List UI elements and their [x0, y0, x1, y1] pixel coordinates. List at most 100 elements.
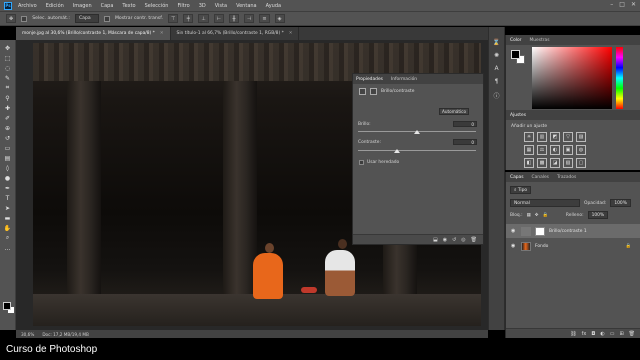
eraser-tool-icon[interactable]: ▭ — [2, 144, 14, 152]
view-previous-icon[interactable]: ◉ — [443, 237, 447, 243]
tab-monje[interactable]: monje.jpg al 30,6% (Brillo/contraste 1, … — [16, 27, 171, 40]
black-white-adjustment-icon[interactable]: ◐ — [550, 145, 560, 155]
delete-layer-icon[interactable]: 🗑 — [629, 331, 635, 337]
menu-vista[interactable]: Vista — [215, 3, 227, 9]
hue-slider[interactable] — [616, 47, 623, 109]
tab-muestras[interactable]: Muestras — [529, 38, 549, 43]
layer-brightness-contrast[interactable]: ◉ Brillo/contraste 1 — [506, 224, 640, 238]
clone-stamp-tool-icon[interactable]: ⊕ — [2, 124, 14, 132]
brightness-slider-thumb[interactable] — [414, 130, 420, 134]
hand-tool-icon[interactable]: ✋ — [2, 224, 14, 232]
posterize-adjustment-icon[interactable]: ▩ — [537, 158, 547, 168]
align-top-icon[interactable]: ⊤ — [167, 14, 179, 23]
threshold-adjustment-icon[interactable]: ◪ — [550, 158, 560, 168]
tab-ajustes[interactable]: Ajustes — [510, 113, 526, 118]
reset-icon[interactable]: ↺ — [452, 237, 456, 243]
menu-texto[interactable]: Texto — [122, 3, 135, 9]
canvas-area[interactable]: Propiedades Información Brillo/contraste… — [16, 40, 488, 330]
healing-brush-tool-icon[interactable]: ✚ — [2, 104, 14, 112]
align-center-icon[interactable]: ╫ — [229, 14, 240, 23]
trash-icon[interactable]: 🗑 — [471, 237, 477, 243]
distribute-icon[interactable]: ≡ — [259, 14, 270, 23]
layer-mask-thumbnail[interactable] — [535, 226, 545, 236]
eye-icon[interactable]: ◉ — [511, 228, 517, 234]
tab-informacion[interactable]: Información — [391, 77, 417, 82]
close-tab-icon[interactable]: ✕ — [160, 31, 164, 36]
color-balance-adjustment-icon[interactable]: ⚖ — [537, 145, 547, 155]
pen-tool-icon[interactable]: ✒ — [2, 184, 14, 192]
selective-color-adjustment-icon[interactable]: ▢ — [576, 158, 586, 168]
autoselect-dropdown[interactable]: Capa — [74, 14, 99, 23]
brush-settings-icon[interactable]: ✺ — [494, 52, 499, 59]
visibility-icon[interactable]: ◎ — [461, 237, 465, 243]
link-layers-icon[interactable]: ⛓ — [570, 331, 576, 337]
clip-to-layer-icon[interactable]: ⬓ — [433, 237, 438, 243]
photo-filter-adjustment-icon[interactable]: ▣ — [563, 145, 573, 155]
contrast-input[interactable]: 0 — [453, 139, 477, 145]
lock-all-icon[interactable]: 🔒 — [542, 213, 547, 218]
tab-propiedades[interactable]: Propiedades — [356, 77, 383, 82]
align-left-icon[interactable]: ⊢ — [213, 14, 225, 23]
color-picker-field[interactable] — [532, 47, 612, 109]
new-layer-icon[interactable]: ⊞ — [619, 331, 623, 337]
blend-mode-dropdown[interactable]: Normal — [510, 199, 580, 207]
maximize-icon[interactable]: □ — [619, 1, 625, 8]
opacity-input[interactable]: 100% — [610, 199, 631, 207]
lock-position-icon[interactable]: ✥ — [535, 213, 539, 218]
crop-tool-icon[interactable]: ⌗ — [2, 84, 14, 92]
character-icon[interactable]: A — [494, 65, 498, 72]
eye-icon[interactable]: ◉ — [511, 243, 517, 249]
channel-mixer-adjustment-icon[interactable]: ◍ — [576, 145, 586, 155]
3d-mode-icon[interactable]: ◈ — [274, 14, 285, 23]
tab-canales[interactable]: Canales — [532, 175, 549, 180]
menu-ayuda[interactable]: Ayuda — [266, 3, 281, 9]
autoselect-checkbox[interactable] — [21, 15, 28, 22]
layer-filter-dropdown[interactable]: ⌕ Tipo — [510, 186, 532, 194]
menu-archivo[interactable]: Archivo — [18, 3, 37, 9]
eyedropper-tool-icon[interactable]: ⚲ — [2, 94, 14, 102]
curves-adjustment-icon[interactable]: ◩ — [550, 132, 560, 142]
brush-tool-icon[interactable]: ✐ — [2, 114, 14, 122]
marquee-tool-icon[interactable]: ⬚ — [2, 54, 14, 62]
levels-adjustment-icon[interactable]: ▥ — [537, 132, 547, 142]
fill-input[interactable]: 100% — [587, 211, 609, 219]
type-tool-icon[interactable]: T — [2, 194, 14, 202]
menu-imagen[interactable]: Imagen — [73, 3, 92, 9]
menu-3d[interactable]: 3D — [199, 3, 206, 9]
path-select-tool-icon[interactable]: ➤ — [2, 204, 14, 212]
lasso-tool-icon[interactable]: ◌ — [2, 64, 14, 72]
more-tools-icon[interactable]: … — [2, 244, 14, 252]
tab-trazados[interactable]: Trazados — [557, 175, 576, 180]
align-middle-icon[interactable]: ╪ — [183, 14, 194, 23]
blur-tool-icon[interactable]: ◊ — [2, 164, 14, 172]
gradient-tool-icon[interactable]: ▤ — [2, 154, 14, 162]
paragraph-icon[interactable]: ¶ — [495, 78, 499, 85]
move-tool-preset-button[interactable]: ✥ — [6, 14, 17, 23]
tab-sin-titulo[interactable]: Sin título-1 al 66,7% (Brillo/contraste … — [171, 27, 300, 40]
contrast-slider[interactable] — [358, 150, 476, 151]
brightness-input[interactable]: 0 — [453, 121, 477, 127]
exposure-adjustment-icon[interactable]: ▨ — [576, 132, 586, 142]
history-icon[interactable]: ⌛ — [493, 39, 500, 46]
show-transform-checkbox[interactable] — [103, 15, 110, 22]
hue-saturation-adjustment-icon[interactable]: ▦ — [524, 145, 534, 155]
vibrance-adjustment-icon[interactable]: ▽ — [563, 132, 573, 142]
lock-pixels-icon[interactable]: ▦ — [527, 213, 531, 218]
menu-capa[interactable]: Capa — [101, 3, 114, 9]
minimize-icon[interactable]: – — [610, 1, 613, 8]
new-group-icon[interactable]: ▭ — [610, 331, 615, 337]
add-mask-icon[interactable]: ◘ — [591, 331, 595, 337]
tab-capas[interactable]: Capas — [510, 175, 524, 180]
dodge-tool-icon[interactable]: ● — [2, 174, 14, 182]
panel-foreground-swatch[interactable] — [511, 50, 520, 59]
new-adjustment-icon[interactable]: ◐ — [600, 331, 604, 337]
invert-adjustment-icon[interactable]: ◧ — [524, 158, 534, 168]
foreground-color-swatch[interactable] — [3, 302, 11, 310]
menu-ventana[interactable]: Ventana — [236, 3, 257, 9]
quick-select-tool-icon[interactable]: ✎ — [2, 74, 14, 82]
move-tool-icon[interactable]: ✥ — [2, 44, 14, 52]
history-brush-tool-icon[interactable]: ↺ — [2, 134, 14, 142]
menu-edicion[interactable]: Edición — [46, 3, 64, 9]
auto-button[interactable]: Automático — [439, 108, 469, 115]
align-bottom-icon[interactable]: ⊥ — [198, 14, 209, 23]
